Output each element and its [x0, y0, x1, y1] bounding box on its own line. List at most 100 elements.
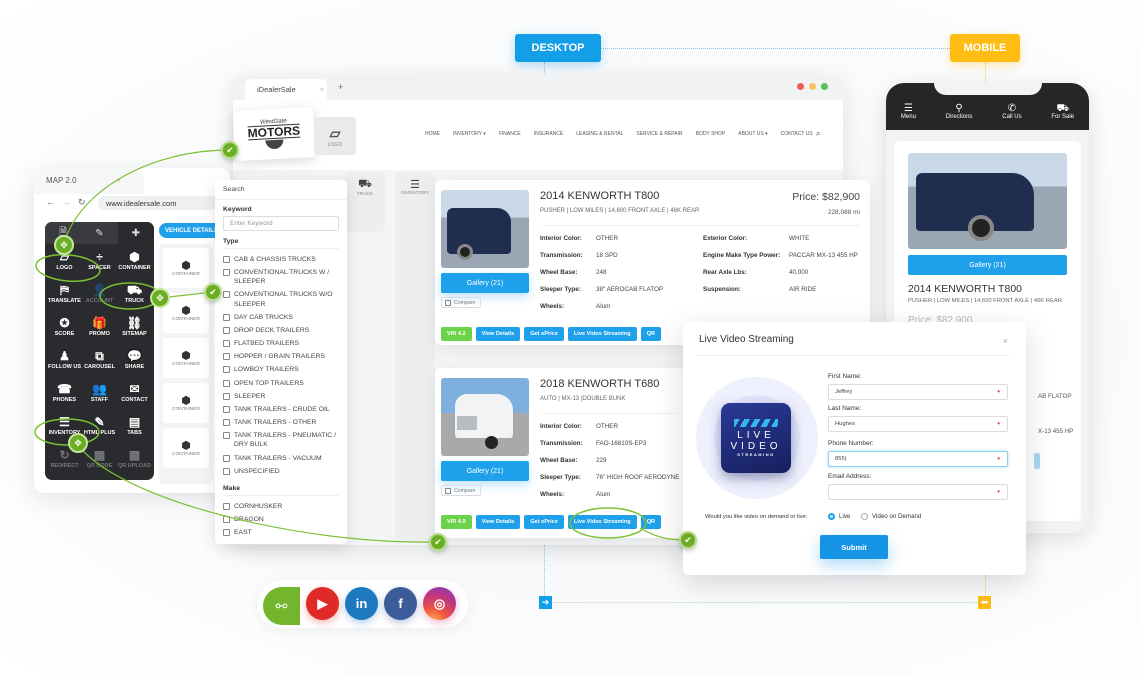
radio-button[interactable]: [861, 513, 868, 520]
inventory-widget-tile[interactable]: ☰ INVENTORY: [395, 172, 435, 542]
puzzle-icon[interactable]: ✚: [117, 222, 154, 244]
checkbox[interactable]: [223, 528, 230, 536]
facebook-icon[interactable]: f: [384, 587, 417, 620]
view-details-button[interactable]: View Details: [475, 515, 521, 529]
checkbox[interactable]: [223, 379, 230, 387]
nav-link[interactable]: HOME: [425, 131, 440, 137]
nav-link[interactable]: LEASING & RENTAL: [576, 131, 623, 137]
checkbox[interactable]: [223, 454, 230, 462]
filter-option[interactable]: TANK TRAILERS - OTHER: [215, 416, 347, 429]
container-block[interactable]: ⬢ CONTAINER: [163, 248, 209, 288]
tool-tabs[interactable]: ▤ TABS: [117, 415, 152, 442]
tool-contact[interactable]: ✉ CONTACT: [117, 382, 152, 409]
checkbox[interactable]: [445, 299, 451, 306]
mobile-nav-menu[interactable]: ☰ Menu: [901, 103, 916, 120]
gallery-button[interactable]: Gallery (21): [441, 273, 529, 293]
filter-option[interactable]: DRAGON: [215, 513, 347, 526]
compare-checkbox[interactable]: Compare: [441, 485, 481, 496]
get-eprice-button[interactable]: Get ePrice: [524, 327, 564, 341]
close-icon[interactable]: ×: [1003, 336, 1008, 346]
move-handle-icon[interactable]: ✥: [54, 235, 74, 255]
mobile-nav-call-us[interactable]: ✆ Call Us: [1002, 103, 1021, 120]
qr-button[interactable]: QR: [640, 515, 662, 529]
nav-link[interactable]: FINANCE: [499, 131, 521, 137]
filter-option[interactable]: CONVENTIONAL TRUCKS W / SLEEPER: [215, 266, 347, 289]
compare-checkbox[interactable]: Compare: [441, 297, 481, 308]
listing-title[interactable]: 2018 KENWORTH T680: [540, 378, 659, 390]
tool-account[interactable]: 👤 ACCOUNT: [82, 283, 117, 310]
search-icon[interactable]: ⌕: [816, 129, 820, 139]
logo-widget-tile[interactable]: ▱ LOGO: [314, 117, 356, 155]
tool-html-plus[interactable]: ✎ HTML PLUS: [82, 415, 117, 442]
checkbox[interactable]: [223, 515, 230, 523]
dealer-logo[interactable]: WestGate MOTORS: [232, 106, 316, 162]
reload-icon[interactable]: ↻: [78, 197, 86, 208]
container-block[interactable]: ⬢ CONTAINER: [163, 428, 209, 468]
tool-phones[interactable]: ☎ PHONES: [47, 382, 82, 409]
checkbox[interactable]: [223, 418, 230, 426]
mobile-nav-directions[interactable]: ⚲ Directions: [946, 103, 973, 120]
tool-qr-code[interactable]: ▦ QR CODE: [82, 448, 117, 475]
listing-title[interactable]: 2014 KENWORTH T800: [908, 283, 1022, 295]
window-minimize-dot[interactable]: [809, 83, 816, 90]
radio-button[interactable]: [828, 513, 835, 520]
truck-photo[interactable]: [908, 153, 1067, 249]
qr-button[interactable]: QR: [640, 327, 662, 341]
keyword-input[interactable]: Enter Keyword: [223, 216, 339, 231]
url-bar[interactable]: www.idealersale.com: [98, 196, 218, 210]
linkedin-icon[interactable]: in: [345, 587, 378, 620]
move-handle-icon[interactable]: ✥: [150, 288, 170, 308]
last-name-input[interactable]: Hughes •: [828, 416, 1008, 432]
filter-option[interactable]: CORNHUSKER: [215, 500, 347, 513]
nav-link[interactable]: ABOUT US ▾: [738, 131, 767, 137]
instagram-icon[interactable]: ◎: [423, 587, 456, 620]
tool-staff[interactable]: 👥 STAFF: [82, 382, 117, 409]
mobile-nav-for-sale[interactable]: ⛟ For Sale: [1051, 103, 1074, 120]
gallery-button[interactable]: Gallery (21): [441, 461, 529, 481]
radio-video-on-demand[interactable]: Video on Demand: [861, 513, 921, 520]
filter-option[interactable]: EAST: [215, 526, 347, 539]
forward-icon[interactable]: →: [62, 197, 71, 207]
truck-photo[interactable]: [441, 378, 529, 456]
back-icon[interactable]: ←: [46, 197, 55, 207]
tool-score[interactable]: ✪ SCORE: [47, 316, 82, 343]
filter-option[interactable]: HOPPER / GRAIN TRAILERS: [215, 351, 347, 364]
nav-link[interactable]: BODY SHOP: [696, 131, 726, 137]
live-video-streaming-button[interactable]: Live Video Streaming: [567, 327, 637, 341]
filter-option[interactable]: UNSPECIFIED: [215, 465, 347, 478]
checkbox[interactable]: [223, 268, 230, 276]
filter-option[interactable]: DAY CAB TRUCKS: [215, 311, 347, 324]
checkbox[interactable]: [223, 392, 230, 400]
vir-score-badge[interactable]: VIR 4.9: [441, 515, 472, 529]
filter-option[interactable]: CAB & CHASSIS TRUCKS: [215, 253, 347, 266]
truck-widget-tile[interactable]: ⛟ TRUCK: [345, 172, 385, 232]
email-address-input[interactable]: •: [828, 484, 1008, 500]
close-tab-icon[interactable]: ×: [320, 85, 324, 94]
checkbox[interactable]: [223, 366, 230, 374]
builder-tab[interactable]: MAP 2.0 ×: [34, 168, 144, 194]
checkbox[interactable]: [223, 255, 230, 263]
checkbox[interactable]: [223, 405, 230, 413]
filter-option[interactable]: TANK TRAILERS - PNEUMATIC / DRY BULK: [215, 429, 347, 452]
share-icon[interactable]: ⚯: [263, 587, 300, 625]
nav-link[interactable]: SERVICE & REPAIR: [636, 131, 682, 137]
get-eprice-button[interactable]: Get ePrice: [524, 515, 564, 529]
move-handle-icon[interactable]: ✥: [68, 433, 88, 453]
filter-option[interactable]: SLEEPER: [215, 390, 347, 403]
checkbox[interactable]: [223, 467, 230, 475]
container-block[interactable]: ⬢ CONTAINER: [163, 383, 209, 423]
radio-live[interactable]: Live: [828, 513, 850, 520]
filter-option[interactable]: TANK TRAILERS - CRUDE OIL: [215, 403, 347, 416]
window-maximize-dot[interactable]: [821, 83, 828, 90]
first-name-input[interactable]: Jeffrey •: [828, 384, 1008, 400]
nav-link[interactable]: CONTACT US: [781, 131, 813, 137]
new-tab-icon[interactable]: +: [338, 82, 343, 92]
tool-sitemap[interactable]: ⛓ SITEMAP: [117, 316, 152, 343]
checkbox[interactable]: [223, 353, 230, 361]
browser-tab[interactable]: iDealerSale ×: [245, 79, 327, 100]
window-close-dot[interactable]: [797, 83, 804, 90]
youtube-icon[interactable]: ▶: [306, 587, 339, 620]
checkbox[interactable]: [223, 502, 230, 510]
tool-truck[interactable]: ⛟ TRUCK: [117, 283, 152, 310]
vir-score-badge[interactable]: VIR 4.2: [441, 327, 472, 341]
